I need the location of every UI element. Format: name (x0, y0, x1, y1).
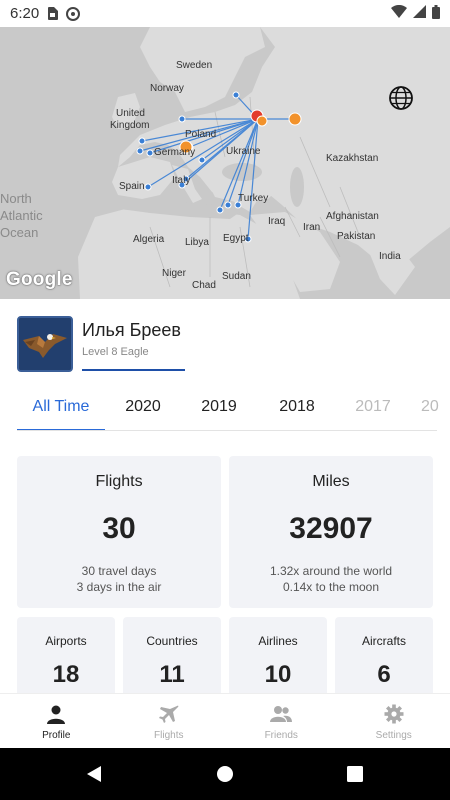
map-label: Algeria (133, 234, 165, 245)
level-progress-bar (82, 369, 185, 371)
airport-marker (146, 149, 154, 157)
aircrafts-card[interactable]: Aircrafts 6 (335, 617, 433, 697)
flights-title: Flights (95, 473, 143, 490)
tab-2018[interactable]: 2018 (263, 384, 331, 430)
eagle-icon (19, 318, 71, 370)
map-label: Kazakhstan (326, 153, 379, 164)
wifi-icon (391, 4, 407, 22)
flight-map[interactable]: Sweden Norway United Kingdom Poland Germ… (0, 27, 450, 299)
recents-icon[interactable] (345, 764, 365, 784)
map-label: Germany (154, 147, 196, 158)
airlines-card[interactable]: Airlines 10 (229, 617, 327, 697)
map-label: Niger (162, 268, 186, 279)
airport-marker (136, 147, 144, 155)
map-label: Iran (303, 222, 321, 233)
status-time: 6:20 (10, 5, 40, 22)
airports-value: 18 (52, 661, 80, 688)
nav-profile-label: Profile (42, 730, 71, 741)
airport-marker (216, 206, 224, 214)
tab-2019[interactable]: 2019 (185, 384, 253, 430)
map-label: India (379, 251, 401, 262)
bottom-navigation: Profile Flights Friends Settings (0, 693, 450, 748)
user-name: Илья Бреев (82, 320, 181, 340)
map-label: Pakistan (337, 231, 376, 242)
countries-card[interactable]: Countries 11 (123, 617, 221, 697)
map-label: Ocean (0, 225, 39, 240)
flights-days-in-air: 3 days in the air (76, 580, 162, 594)
map-label: North (0, 191, 32, 206)
airport-marker (138, 137, 146, 145)
avatar[interactable] (17, 316, 73, 372)
miles-title: Miles (312, 473, 350, 490)
countries-value: 11 (159, 661, 185, 688)
nav-friends-label: Friends (264, 730, 298, 741)
nav-flights-label: Flights (154, 730, 184, 741)
tab-all-time[interactable]: All Time (17, 384, 105, 430)
airlines-title: Airlines (258, 634, 298, 648)
year-tabs: All Time 2020 2019 2018 2017 20 (17, 384, 450, 432)
airport-marker (144, 183, 152, 191)
map-label: Libya (185, 237, 209, 248)
tab-2020[interactable]: 2020 (109, 384, 177, 430)
person-icon (47, 705, 66, 724)
map-label: Ukraine (226, 146, 261, 157)
map-label: Kingdom (110, 120, 150, 131)
nav-flights[interactable]: Flights (113, 694, 226, 748)
flights-value: 30 (102, 512, 136, 545)
map-label: Spain (119, 181, 145, 192)
sync-icon (66, 6, 81, 21)
miles-card[interactable]: Miles 32907 1.32x around the world 0.14x… (229, 456, 433, 608)
countries-title: Countries (146, 634, 198, 648)
back-icon[interactable] (84, 764, 104, 784)
flights-travel-days: 30 travel days (81, 564, 157, 578)
people-icon (270, 706, 293, 722)
airport-marker-orange (256, 115, 268, 127)
sim-card-icon (47, 7, 59, 20)
map-label: Atlantic (0, 208, 43, 223)
tab-partial[interactable]: 20 (421, 384, 450, 430)
home-icon[interactable] (215, 764, 235, 784)
nav-settings[interactable]: Settings (338, 694, 450, 748)
tab-2017[interactable]: 2017 (339, 384, 407, 430)
airplane-icon (158, 705, 179, 723)
nav-settings-label: Settings (375, 730, 412, 741)
map-label: United (116, 108, 145, 119)
airlines-value: 10 (264, 661, 292, 688)
aircrafts-value: 6 (377, 661, 391, 688)
map-label: Afghanistan (326, 211, 379, 222)
battery-icon (432, 4, 440, 23)
nav-profile[interactable]: Profile (0, 694, 113, 748)
airport-marker-orange (288, 112, 302, 126)
aircrafts-title: Aircrafts (361, 634, 406, 648)
map-label: Norway (150, 83, 184, 94)
nav-friends[interactable]: Friends (225, 694, 338, 748)
airport-marker (198, 156, 206, 164)
user-level: Level 8 Eagle (82, 346, 149, 358)
map-label: Egypt (223, 233, 249, 244)
airport-marker (178, 115, 186, 123)
map-label: Poland (185, 129, 217, 140)
airports-title: Airports (45, 634, 87, 648)
profile-header: Илья Бреев Level 8 Eagle (17, 316, 437, 376)
tabs-divider (17, 430, 437, 431)
map-label: Iraq (268, 216, 286, 227)
miles-value: 32907 (289, 512, 373, 545)
map-label: Turkey (238, 193, 269, 204)
map-label: Sweden (176, 60, 213, 71)
map-label: Chad (192, 280, 216, 291)
signal-icon (413, 5, 426, 22)
map-label: Italy (172, 175, 191, 186)
miles-around-world: 1.32x around the world (269, 564, 393, 578)
airports-card[interactable]: Airports 18 (17, 617, 115, 697)
flights-card[interactable]: Flights 30 30 travel days 3 days in the … (17, 456, 221, 608)
miles-to-moon: 0.14x to the moon (282, 580, 380, 594)
google-logo: Google (6, 269, 73, 290)
airport-marker (232, 91, 240, 99)
airport-marker (224, 201, 232, 209)
map-label: Sudan (222, 271, 251, 282)
globe-icon[interactable] (386, 83, 416, 113)
system-navigation-bar (0, 748, 450, 800)
status-bar: 6:20 (0, 0, 450, 27)
gear-icon (384, 704, 404, 724)
